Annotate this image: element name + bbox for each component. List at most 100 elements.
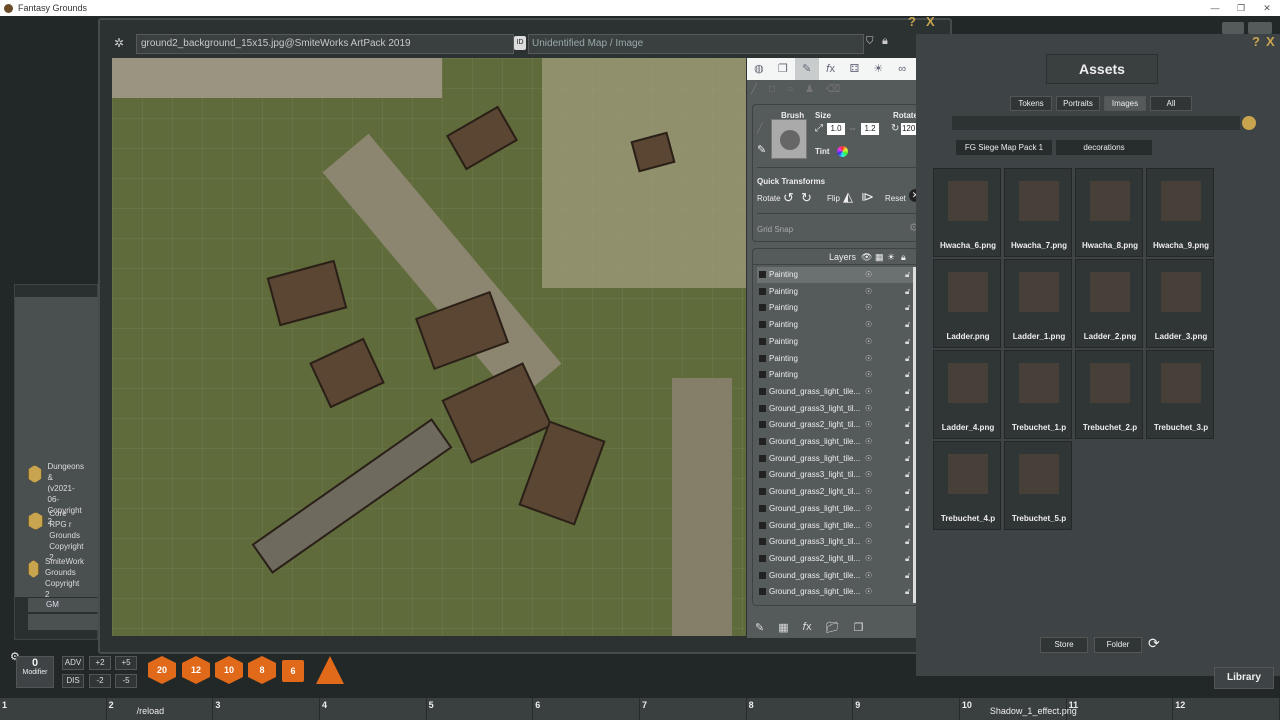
asset-tile[interactable]: Hwacha_8.png	[1075, 168, 1143, 257]
modifier-box[interactable]: 0 Modifier	[16, 656, 54, 688]
layer-row[interactable]: Ground_grass3_light_til...☉🔓︎	[757, 467, 913, 483]
brush-edit-icon[interactable]: ✎	[757, 143, 766, 156]
layer-visibility-icon[interactable]: ☉	[865, 501, 872, 517]
layer-row[interactable]: Ground_grass_light_tile...☉🔓︎	[757, 451, 913, 467]
layer-visibility-icon[interactable]: ☉	[865, 367, 872, 383]
hotkey-slot[interactable]: 9	[853, 698, 960, 720]
layer-lock-icon[interactable]: 🔓︎	[905, 334, 910, 350]
layer-visibility-icon[interactable]: ☉	[865, 317, 872, 333]
tab-images[interactable]: Images	[1104, 96, 1146, 111]
rotate-cw-icon[interactable]: ↻	[801, 190, 812, 206]
dis-button[interactable]: DIS	[62, 674, 84, 688]
tab-grid-settings-icon[interactable]: ⚃	[843, 58, 867, 80]
layer-lock-icon[interactable]: 🔓︎	[905, 384, 910, 400]
tint-color-icon[interactable]	[837, 146, 848, 157]
layer-lock-icon[interactable]: 🔓︎	[905, 501, 910, 517]
hotkey-slot[interactable]: 7	[640, 698, 747, 720]
d8-die[interactable]: 8	[248, 656, 276, 684]
identify-button[interactable]: ID	[514, 36, 526, 50]
map-canvas[interactable]	[112, 58, 746, 636]
layer-row[interactable]: Painting☉🔓︎	[757, 284, 913, 300]
minus5-button[interactable]: -5	[115, 674, 137, 688]
hotkey-slot[interactable]: 11	[1067, 698, 1174, 720]
layer-visibility-icon[interactable]: ☉	[865, 434, 872, 450]
layer-lock-icon[interactable]: 🔓︎	[905, 417, 910, 433]
layer-visibility-icon[interactable]: ☉	[865, 584, 872, 600]
layer-lock-icon[interactable]: 🔓︎	[905, 518, 910, 534]
layer-row[interactable]: Ground_grass_light_tile...☉🔓︎	[757, 584, 913, 600]
grid-layer-icon[interactable]: ▦	[778, 621, 788, 634]
layer-visibility-icon[interactable]: ☉	[865, 401, 872, 417]
asset-tile[interactable]: Ladder_3.png	[1146, 259, 1214, 348]
layer-visibility-icon[interactable]: ☉	[865, 451, 872, 467]
asset-tile[interactable]: Trebuchet_3.p	[1146, 350, 1214, 439]
close-window-icon[interactable]: X	[926, 14, 935, 29]
assets-menu-icon[interactable]	[1222, 22, 1244, 34]
asset-tile[interactable]: Trebuchet_2.p	[1075, 350, 1143, 439]
search-icon[interactable]	[1242, 116, 1256, 130]
brush-preview[interactable]	[771, 119, 807, 159]
layer-row[interactable]: Ground_grass2_light_til...☉🔓︎	[757, 484, 913, 500]
tab-paint-icon[interactable]: ✎	[795, 58, 819, 80]
d10-die[interactable]: 10	[215, 656, 243, 684]
brush-pen-icon[interactable]: ╱	[757, 123, 763, 134]
layer-lock-icon[interactable]: 🔓︎	[905, 434, 910, 450]
layer-row[interactable]: Painting☉🔓︎	[757, 300, 913, 316]
asset-tile[interactable]: Ladder_4.png	[933, 350, 1001, 439]
d20-die[interactable]: 20	[148, 656, 176, 684]
plus2-button[interactable]: +2	[89, 656, 111, 670]
asset-tile[interactable]: Trebuchet_4.p	[933, 441, 1001, 530]
asset-tile[interactable]: Trebuchet_5.p	[1004, 441, 1072, 530]
layer-visibility-icon[interactable]: ☉	[865, 384, 872, 400]
assets-users-icon[interactable]	[1248, 22, 1272, 34]
layer-visibility-icon[interactable]: ☉	[865, 300, 872, 316]
hotkey-slot[interactable]: 12	[1173, 698, 1280, 720]
layer-lock-icon[interactable]: 🔓︎	[905, 300, 910, 316]
rect-tool-icon[interactable]: □	[769, 84, 775, 95]
layer-lock-icon[interactable]: 🔓︎	[905, 467, 910, 483]
help-icon[interactable]: ?	[908, 14, 916, 29]
stamp-tool-icon[interactable]: ♟	[805, 84, 814, 95]
asset-tile[interactable]: Ladder.png	[933, 259, 1001, 348]
layer-lock-icon[interactable]: 🔓︎	[905, 568, 910, 584]
assets-close-icon[interactable]: X	[1266, 34, 1275, 49]
asset-tile[interactable]: Hwacha_7.png	[1004, 168, 1072, 257]
layer-row[interactable]: Painting☉🔓︎	[757, 267, 913, 283]
asset-tile[interactable]: Hwacha_6.png	[933, 168, 1001, 257]
tab-portraits[interactable]: Portraits	[1056, 96, 1100, 111]
asset-tile[interactable]: Ladder_2.png	[1075, 259, 1143, 348]
layer-visibility-icon[interactable]: ☉	[865, 417, 872, 433]
restore-icon[interactable]: ❐	[1228, 0, 1254, 16]
layer-visibility-icon[interactable]: ☉	[865, 518, 872, 534]
layer-lock-icon[interactable]: 🔓︎	[905, 367, 910, 383]
hotkey-slot[interactable]: 6	[533, 698, 640, 720]
tag-decorations[interactable]: decorations	[1056, 140, 1152, 155]
circle-tool-icon[interactable]: ○	[787, 84, 793, 95]
tab-view-icon[interactable]: ◍	[747, 58, 771, 80]
layer-row[interactable]: Painting☉🔓︎	[757, 367, 913, 383]
d4-die[interactable]	[316, 656, 344, 684]
layer-visibility-icon[interactable]: ☉	[865, 334, 872, 350]
layer-row[interactable]: Ground_grass_light_tile...☉🔓︎	[757, 384, 913, 400]
layer-row[interactable]: Painting☉🔓︎	[757, 317, 913, 333]
asset-tile[interactable]: Trebuchet_1.p	[1004, 350, 1072, 439]
plus5-button[interactable]: +5	[115, 656, 137, 670]
lock-icon[interactable]: 🔒︎	[882, 35, 888, 48]
layer-row[interactable]: Ground_grass_light_tile...☉🔓︎	[757, 434, 913, 450]
map-unidentified-name[interactable]: Unidentified Map / Image	[528, 34, 864, 54]
layer-row[interactable]: Ground_grass_light_tile...☉🔓︎	[757, 518, 913, 534]
layer-row[interactable]: Ground_grass2_light_til...☉🔓︎	[757, 417, 913, 433]
layer-lock-icon[interactable]: 🔓︎	[905, 284, 910, 300]
layer-lock-icon[interactable]: 🔓︎	[905, 484, 910, 500]
layer-lock-icon[interactable]: 🔓︎	[905, 317, 910, 333]
layer-row[interactable]: Painting☉🔓︎	[757, 334, 913, 350]
layer-visibility-icon[interactable]: ☉	[865, 284, 872, 300]
assets-help-icon[interactable]: ?	[1252, 34, 1260, 49]
copy-layer-icon[interactable]: ❐	[854, 621, 864, 634]
tab-all[interactable]: All	[1150, 96, 1192, 111]
layer-visibility-icon[interactable]: ☉	[865, 484, 872, 500]
folder-layer-icon[interactable]: 📁︎	[826, 621, 840, 634]
layer-visibility-icon[interactable]: ☉	[865, 534, 872, 550]
layer-lock-icon[interactable]: 🔓︎	[905, 451, 910, 467]
d12-die[interactable]: 12	[182, 656, 210, 684]
